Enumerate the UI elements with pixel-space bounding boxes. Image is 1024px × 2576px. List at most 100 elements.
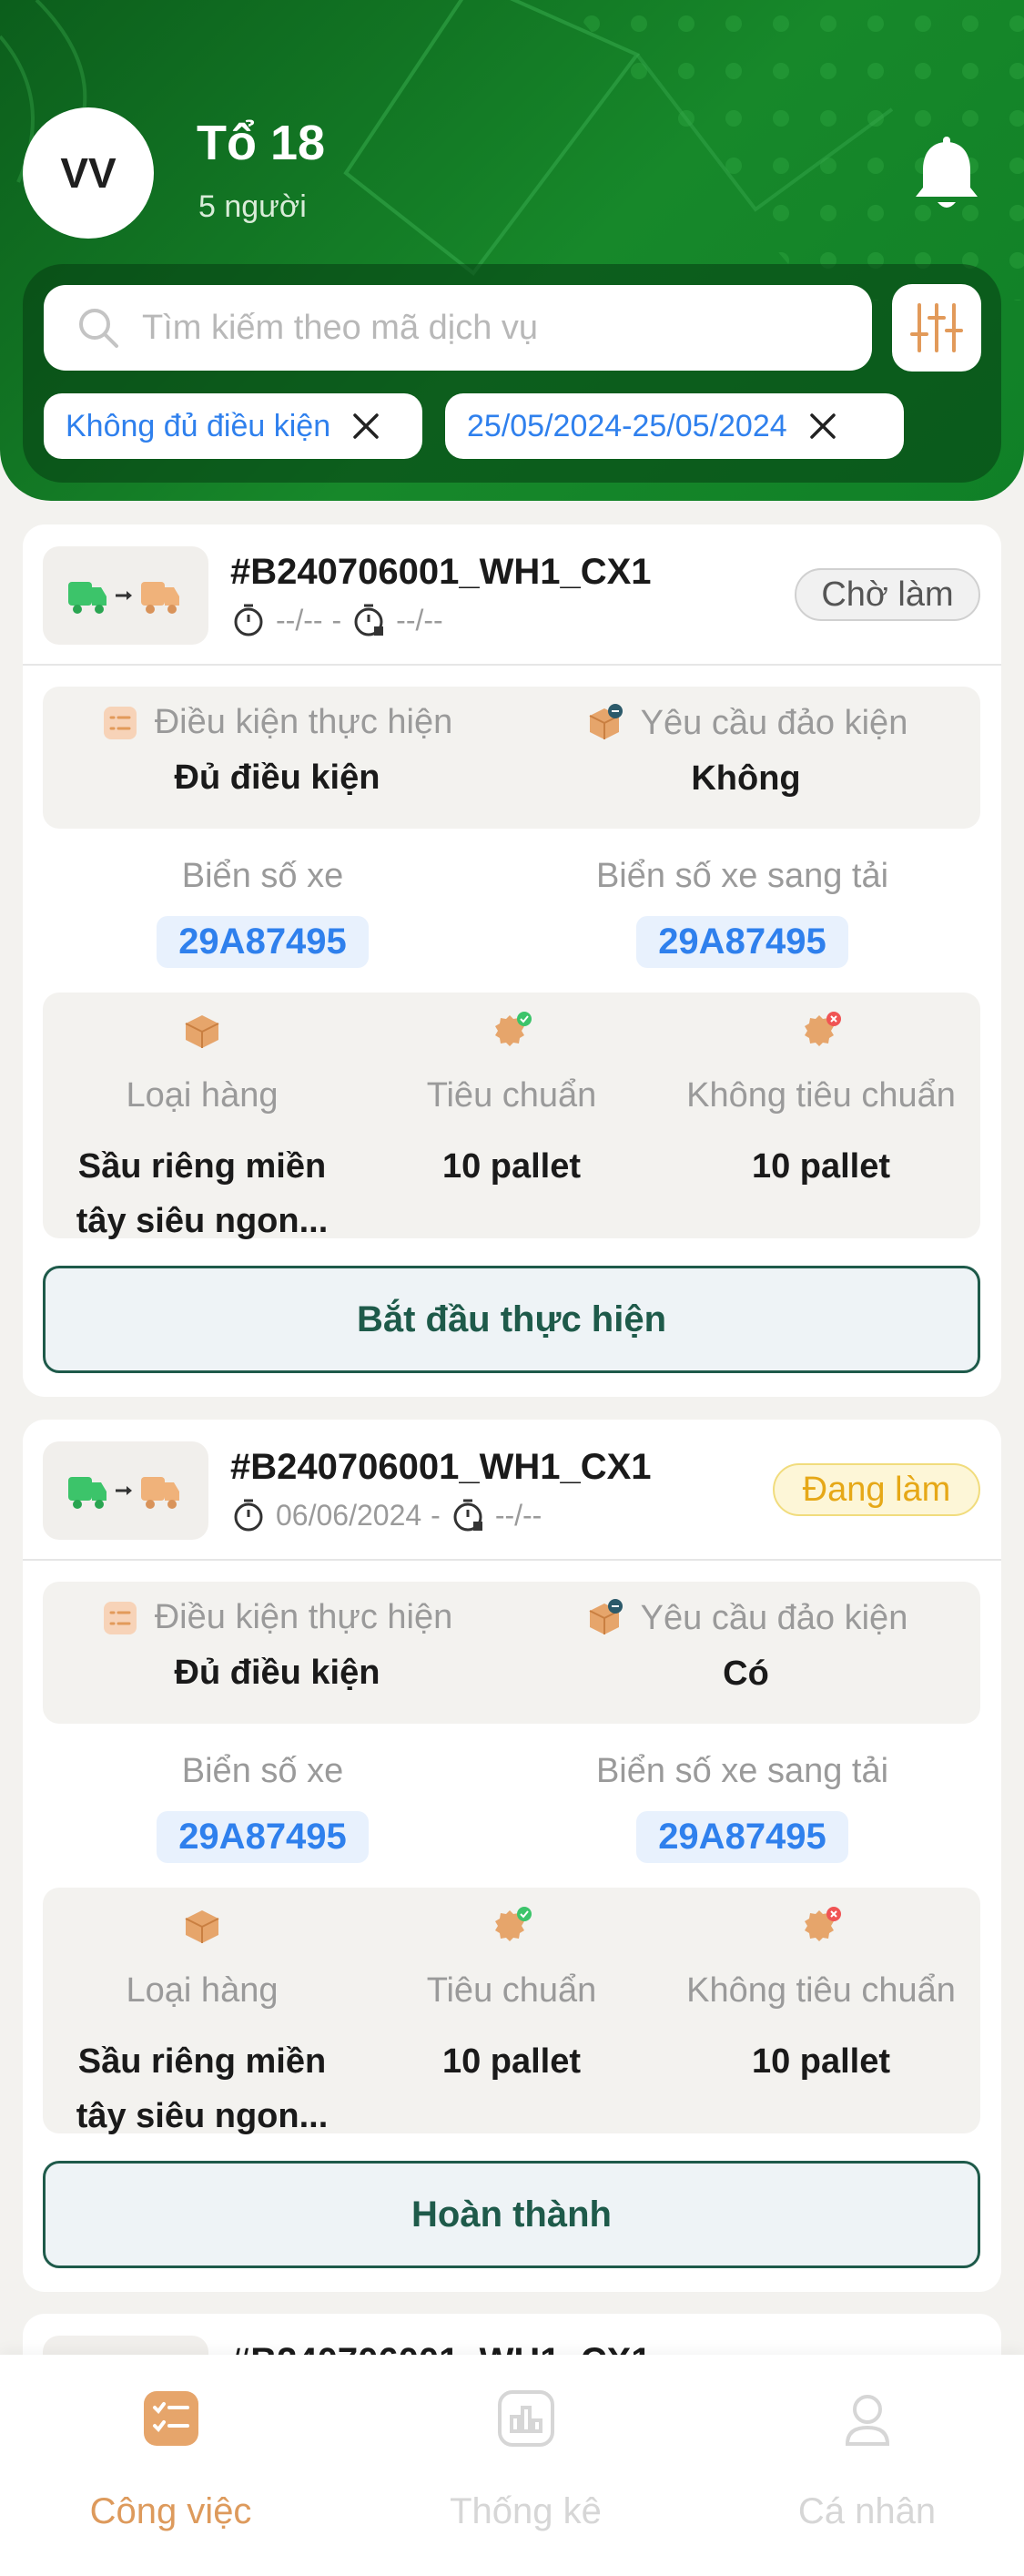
time-separator: - (431, 1498, 441, 1532)
team-member-count: 5 người (198, 189, 307, 224)
bell-icon[interactable] (910, 135, 983, 217)
avatar[interactable]: VV (23, 107, 154, 239)
start-task-button[interactable]: Bắt đầu thực hiện (43, 1266, 980, 1373)
sliders-icon (910, 303, 963, 352)
goods-type-value: Sầu riêng miền tây siêu ngon... (43, 1139, 361, 1248)
end-time: --/-- (494, 1498, 542, 1532)
plate-label: Biển số xe (181, 1752, 344, 1790)
box-swap-icon (589, 1599, 623, 1634)
order-id: #B240706001_WH1_CX1 (230, 1447, 652, 1487)
goods-type-label: Loại hàng (126, 1971, 279, 2010)
task-list-icon (143, 2391, 198, 2446)
search-icon (79, 309, 118, 348)
truck-transfer-icon (68, 1477, 179, 1509)
badge-check-icon (495, 1012, 532, 1046)
swap-request-value: Có (723, 1655, 769, 1693)
task-card[interactable]: #B240706001_WH1_CX1 --/-- - --/-- Chờ là… (23, 524, 1001, 1397)
user-icon (845, 2395, 889, 2446)
plate-value: 29A87495 (157, 1811, 369, 1863)
close-icon[interactable] (350, 411, 381, 442)
box-swap-icon (589, 704, 623, 739)
transfer-plate-value: 29A87495 (636, 1811, 848, 1863)
truck-transfer-icon (68, 582, 179, 614)
non-standard-label: Không tiêu chuẩn (686, 1076, 956, 1115)
nav-label-stats: Thống kê (450, 2491, 602, 2531)
start-time: 06/06/2024 (276, 1498, 422, 1532)
time-separator: - (331, 603, 342, 636)
goods-box: Loại hàng Sầu riêng miền tây siêu ngon..… (43, 993, 980, 1240)
condition-value: Đủ điều kiện (174, 759, 380, 797)
nav-label-profile: Cá nhân (797, 2491, 937, 2531)
filter-chip-label: Không đủ điều kiện (66, 408, 331, 443)
standard-value: 10 pallet (441, 1147, 582, 1186)
goods-type-label: Loại hàng (126, 1076, 279, 1115)
nav-item-profile[interactable]: Cá nhân (696, 2382, 1024, 2532)
badge-check-icon (495, 1907, 532, 1941)
standard-label: Tiêu chuẩn (426, 1076, 597, 1115)
badge-x-icon (805, 1907, 841, 1941)
goods-type-line1: Sầu riêng miền (77, 1147, 327, 1186)
goods-box: Loại hàng Sầu riêng miền tây siêu ngon..… (43, 1888, 980, 2135)
badge-x-icon (805, 1012, 841, 1046)
nav-label-tasks: Công việc (89, 2491, 252, 2531)
team-name: Tổ 18 (197, 116, 326, 170)
non-standard-label: Không tiêu chuẩn (686, 1971, 956, 2010)
package-icon (185, 1910, 219, 1943)
filter-chip-date[interactable]: 25/05/2024-25/05/2024 (445, 393, 904, 459)
status-badge: Đang làm (773, 1463, 980, 1516)
plate-value: 29A87495 (157, 916, 369, 968)
divider (23, 664, 1001, 666)
start-time: --/-- (276, 603, 323, 636)
standard-label: Tiêu chuẩn (426, 1971, 597, 2010)
timer-icon (234, 604, 263, 636)
transfer-plate-section: Biển số xe sang tải 29A87495 (502, 857, 982, 968)
condition-box: Điều kiện thực hiện Đủ điều kiện Yêu cầu… (43, 687, 980, 829)
swap-request-label: Yêu cầu đảo kiện (640, 1598, 908, 1637)
plate-section: Biển số xe 29A87495 (23, 857, 502, 968)
goods-type-line2: tây siêu ngon... (76, 2097, 329, 2135)
time-range: 06/06/2024 - --/-- (232, 1498, 551, 1532)
non-standard-value: 10 pallet (751, 2042, 891, 2081)
complete-task-button[interactable]: Hoàn thành (43, 2161, 980, 2268)
filter-chip-label: 25/05/2024-25/05/2024 (467, 408, 787, 443)
filter-button[interactable] (892, 284, 981, 372)
task-card[interactable]: #B240706001_WH1_CX1 06/06/2024 - --/-- Đ… (23, 1420, 1001, 2292)
goods-type-value: Sầu riêng miền tây siêu ngon... (43, 2034, 361, 2143)
package-icon (185, 1015, 219, 1048)
condition-label: Điều kiện thực hiện (154, 1598, 453, 1636)
timer-end-icon (354, 604, 384, 636)
close-icon[interactable] (807, 411, 838, 442)
condition-label: Điều kiện thực hiện (154, 703, 453, 741)
transfer-plate-value: 29A87495 (636, 916, 848, 968)
filter-chip-condition[interactable]: Không đủ điều kiện (44, 393, 422, 459)
divider (23, 1559, 1001, 1561)
checklist-icon (103, 706, 137, 739)
standard-value: 10 pallet (441, 2042, 582, 2081)
non-standard-value: 10 pallet (751, 1147, 891, 1186)
plate-section: Biển số xe 29A87495 (23, 1752, 502, 1863)
nav-item-stats[interactable]: Thống kê (355, 2382, 696, 2532)
swap-request-value: Không (691, 759, 801, 798)
search-input[interactable] (142, 308, 834, 348)
bottom-nav: Công việc Thống kê Cá nhân (0, 2355, 1024, 2576)
nav-item-tasks[interactable]: Công việc (0, 2382, 341, 2532)
chart-icon (497, 2390, 554, 2447)
transfer-plate-section: Biển số xe sang tải 29A87495 (502, 1752, 982, 1863)
timer-icon (234, 1499, 263, 1532)
condition-value: Đủ điều kiện (174, 1654, 380, 1692)
plate-label: Biển số xe (181, 857, 344, 895)
swap-request-label: Yêu cầu đảo kiện (640, 703, 908, 742)
transfer-icon-box (43, 1441, 208, 1540)
goods-type-line1: Sầu riêng miền (77, 2042, 327, 2081)
search-bar[interactable] (44, 285, 872, 371)
checklist-icon (103, 1601, 137, 1634)
transfer-icon-box (43, 546, 208, 645)
transfer-plate-label: Biển số xe sang tải (595, 857, 889, 895)
order-id: #B240706001_WH1_CX1 (230, 552, 652, 592)
transfer-plate-label: Biển số xe sang tải (595, 1752, 889, 1790)
status-badge: Chờ làm (795, 568, 980, 621)
timer-end-icon (453, 1499, 482, 1532)
condition-box: Điều kiện thực hiện Đủ điều kiện Yêu cầu… (43, 1582, 980, 1724)
goods-type-line2: tây siêu ngon... (76, 1202, 329, 1240)
time-range: --/-- - --/-- (232, 603, 452, 637)
